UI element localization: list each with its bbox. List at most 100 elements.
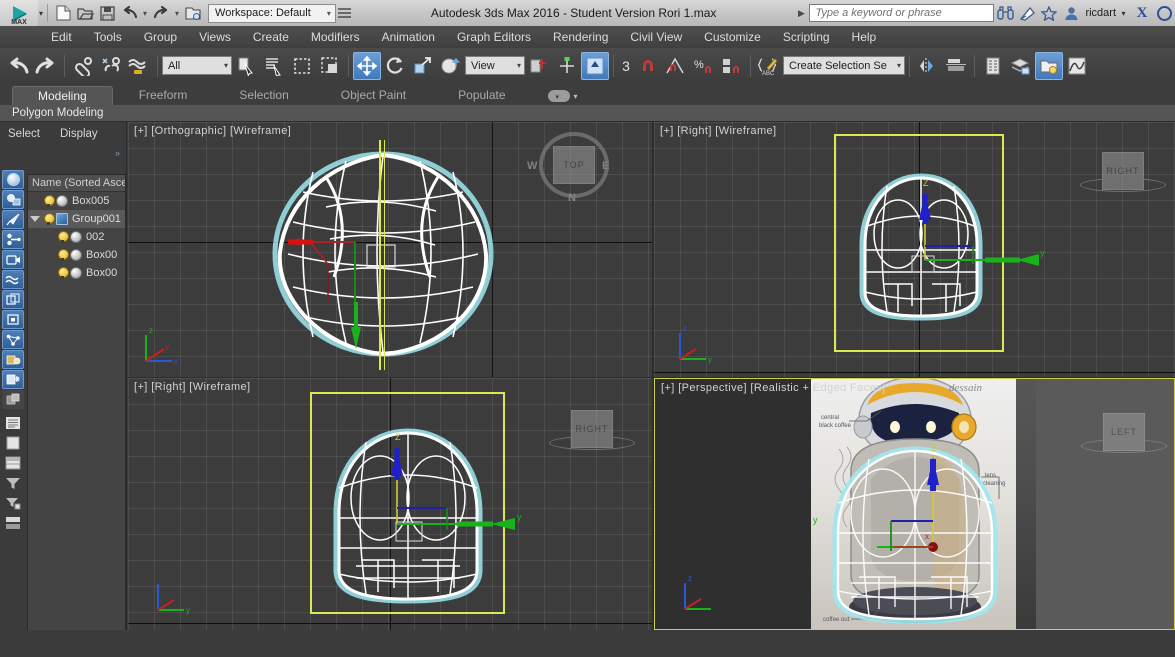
snaps-toggle-button[interactable]: [634, 52, 662, 80]
viewport-label[interactable]: [+] [Right] [Wireframe]: [134, 381, 250, 393]
select-similar-tool-icon[interactable]: [2, 190, 24, 209]
menu-scripting[interactable]: Scripting: [772, 28, 841, 46]
scene-explorer-column-header[interactable]: Name (Sorted Ascen: [28, 175, 125, 192]
select-and-move-button[interactable]: [353, 51, 381, 80]
bind-to-space-warp-button[interactable]: [125, 52, 153, 80]
unlink-selection-button[interactable]: [97, 52, 125, 80]
transform-gizmo[interactable]: Z y: [912, 174, 1082, 314]
reference-coordinate-system-dropdown[interactable]: View ▾: [465, 56, 525, 75]
list-item[interactable]: Box00: [28, 246, 125, 264]
save-file-icon[interactable]: [96, 2, 118, 24]
undo-button[interactable]: [4, 52, 32, 80]
list-item[interactable]: Group001: [28, 210, 125, 228]
ribbon-tab-modeling[interactable]: Modeling: [12, 86, 113, 105]
exchange-icon[interactable]: X: [1131, 2, 1153, 24]
undo-icon[interactable]: [118, 2, 140, 24]
viewport-label[interactable]: [+] [Orthographic] [Wireframe]: [134, 125, 291, 137]
satellite-dish-icon[interactable]: [1016, 2, 1038, 24]
ribbon-tab-freeform[interactable]: Freeform: [113, 85, 214, 105]
select-bone-tool-icon[interactable]: [2, 230, 24, 249]
display-list-icon[interactable]: [2, 413, 24, 432]
use-center-flyout-button[interactable]: [525, 52, 553, 80]
window-crossing-button[interactable]: [316, 52, 344, 80]
light-bulb-icon[interactable]: [44, 213, 55, 225]
scene-explorer-tree[interactable]: Name (Sorted Ascen Box005 Group001 002 B…: [27, 174, 126, 657]
named-selection-sets-dropdown[interactable]: Create Selection Se ▾: [783, 56, 905, 75]
display-panel-icon[interactable]: [2, 433, 24, 452]
angle-snap-toggle-button[interactable]: [662, 52, 690, 80]
toggle-scene-explorer-button[interactable]: [979, 52, 1007, 80]
menu-customize[interactable]: Customize: [693, 28, 772, 46]
workspace-menu-icon[interactable]: [336, 2, 354, 24]
list-item[interactable]: Box005: [28, 192, 125, 210]
viewport-label[interactable]: [+] [Perspective] [Realistic + Edged Fac…: [661, 382, 885, 394]
select-camera-tool-icon[interactable]: [2, 250, 24, 269]
select-and-place-button[interactable]: [437, 52, 465, 80]
transform-gizmo[interactable]: Z x: [877, 439, 1077, 589]
display-columns-icon[interactable]: [2, 453, 24, 472]
list-item[interactable]: Box00: [28, 264, 125, 282]
view-cube-right-bottom[interactable]: RIGHT: [549, 410, 635, 450]
align-button[interactable]: [942, 52, 970, 80]
filter-settings-icon[interactable]: [2, 493, 24, 512]
filter-icon[interactable]: [2, 473, 24, 492]
transform-gizmo[interactable]: [288, 217, 428, 357]
menu-graph-editors[interactable]: Graph Editors: [446, 28, 542, 46]
ribbon-tab-populate[interactable]: Populate: [432, 85, 531, 105]
user-menu-caret-icon[interactable]: ▾: [1116, 2, 1131, 24]
expand-collapse-icon[interactable]: [30, 216, 40, 222]
menu-help[interactable]: Help: [841, 28, 888, 46]
app-menu-caret-icon[interactable]: ▾: [39, 9, 43, 18]
redo-icon[interactable]: [150, 2, 172, 24]
title-flyout-icon[interactable]: ▶: [793, 2, 809, 24]
select-and-scale-button[interactable]: [409, 52, 437, 80]
view-cube-perspective[interactable]: LEFT: [1081, 413, 1167, 453]
light-bulb-icon[interactable]: [58, 249, 69, 261]
binoculars-icon[interactable]: [994, 2, 1016, 24]
viewport-perspective[interactable]: central black coffee lens cleaning coffe…: [654, 378, 1175, 630]
menu-views[interactable]: Views: [188, 28, 242, 46]
light-bulb-icon[interactable]: [58, 231, 69, 243]
selection-filter-dropdown[interactable]: All ▾: [162, 56, 232, 75]
light-bulb-icon[interactable]: [58, 267, 69, 279]
spinner-snap-toggle-button[interactable]: [718, 52, 746, 80]
toggle-layer-explorer-button[interactable]: [1007, 52, 1035, 80]
select-geometry-tool-icon[interactable]: [2, 290, 24, 309]
select-particle-tool-icon[interactable]: [2, 370, 24, 389]
toggle-ribbon-button[interactable]: [1035, 51, 1063, 80]
list-item[interactable]: 002: [28, 228, 125, 246]
scene-explorer-menu-display[interactable]: Display: [60, 128, 98, 140]
select-by-light-tool-icon[interactable]: [2, 210, 24, 229]
new-file-icon[interactable]: [52, 2, 74, 24]
menu-animation[interactable]: Animation: [371, 28, 446, 46]
ribbon-tab-selection[interactable]: Selection: [213, 85, 314, 105]
select-by-name-button[interactable]: [260, 52, 288, 80]
select-group-tool-icon[interactable]: [2, 350, 24, 369]
percent-snap-toggle-button[interactable]: %: [690, 52, 718, 80]
menu-edit[interactable]: Edit: [40, 28, 83, 46]
select-object-tool-icon[interactable]: [2, 170, 24, 189]
select-helper-tool-icon[interactable]: [2, 330, 24, 349]
menu-rendering[interactable]: Rendering: [542, 28, 619, 46]
menu-tools[interactable]: Tools: [83, 28, 133, 46]
workspace-dropdown[interactable]: Workspace: Default ▾: [208, 3, 336, 23]
user-account-icon[interactable]: [1060, 2, 1082, 24]
star-icon[interactable]: [1038, 2, 1060, 24]
menu-group[interactable]: Group: [133, 28, 188, 46]
keyboard-shortcut-override-button[interactable]: [581, 51, 609, 80]
select-shape-tool-icon[interactable]: [2, 310, 24, 329]
3dsmax-logo-icon[interactable]: MAX: [0, 0, 38, 26]
redo-dropdown-icon[interactable]: ▾: [172, 2, 182, 24]
double-chevron-icon[interactable]: »: [115, 148, 120, 158]
redo-button[interactable]: [32, 52, 60, 80]
view-cube-top[interactable]: TOP N W E: [527, 132, 609, 204]
help-icon[interactable]: [1153, 2, 1175, 24]
menu-create[interactable]: Create: [242, 28, 300, 46]
edit-named-selection-sets-button[interactable]: ABC: [755, 52, 783, 80]
select-and-rotate-button[interactable]: [381, 52, 409, 80]
viewport-right-top[interactable]: [+] [Right] [Wireframe] Z y RIGHT z y: [654, 122, 1175, 377]
select-spacewarp-tool-icon[interactable]: [2, 270, 24, 289]
viewport-orthographic[interactable]: [+] [Orthographic] [Wireframe] TOP N W E…: [128, 122, 652, 377]
view-cube-right-top[interactable]: RIGHT: [1080, 152, 1166, 192]
ribbon-tab-object-paint[interactable]: Object Paint: [315, 85, 432, 105]
